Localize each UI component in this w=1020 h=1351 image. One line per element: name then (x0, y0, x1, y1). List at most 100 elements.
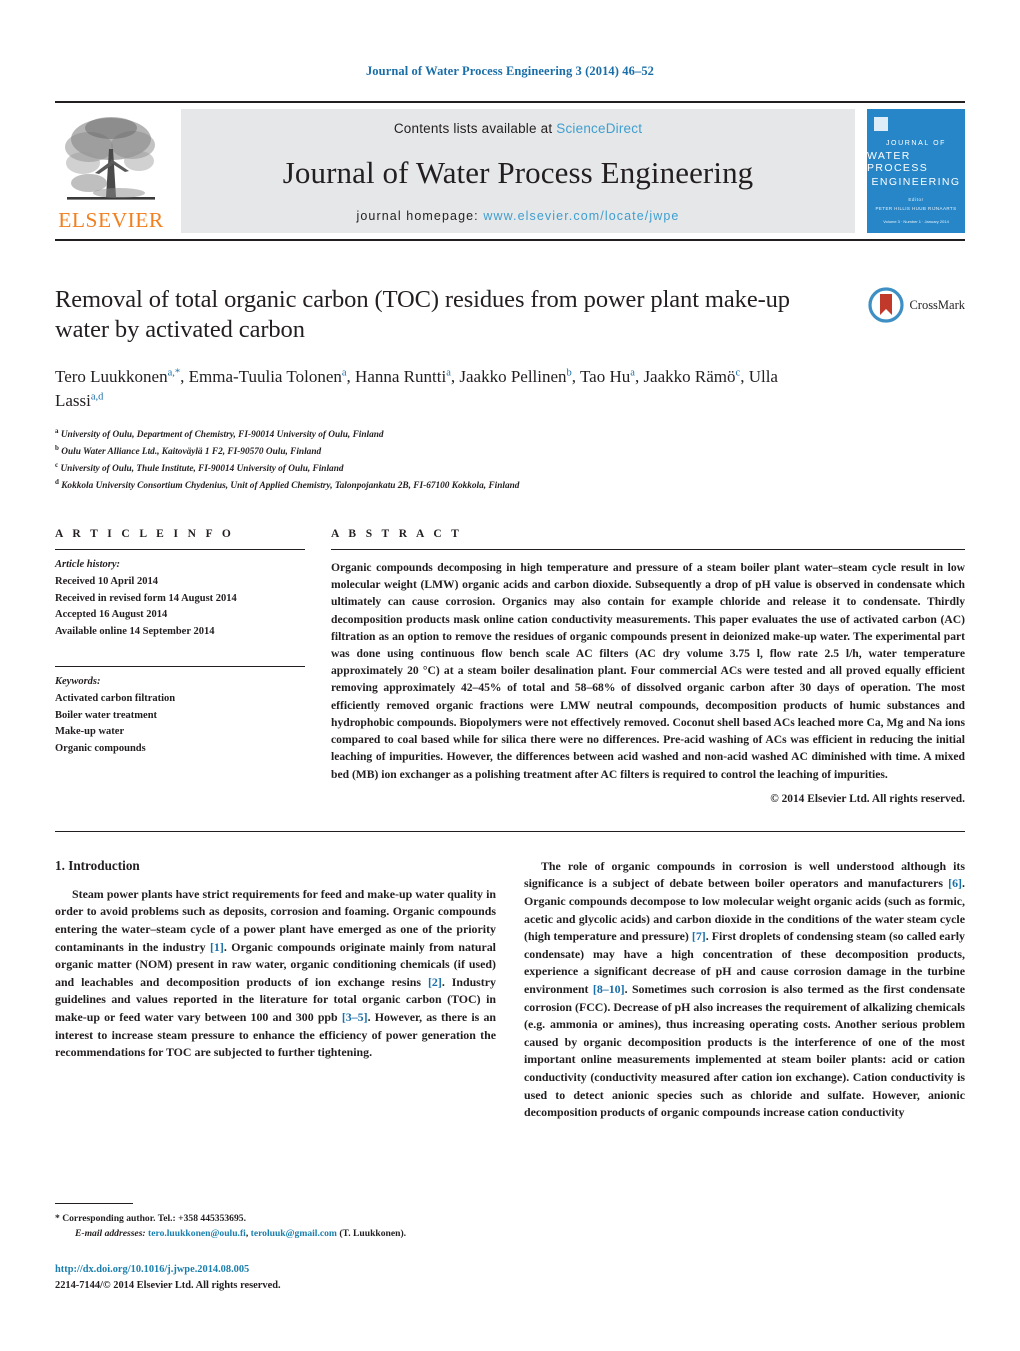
citation-ref[interactable]: [8–10] (593, 982, 625, 996)
author-sup: c (735, 367, 741, 379)
cover-editor-label: Editor (908, 197, 924, 202)
keyword-item: Make-up water (55, 726, 125, 738)
contents-lists-line: Contents lists available at ScienceDirec… (394, 121, 642, 136)
email-addresses-label: E-mail addresses: (75, 1228, 146, 1240)
footnote-rule (55, 1203, 133, 1205)
author-name: Tao Hu (579, 367, 631, 387)
journal-masthead: ELSEVIER Contents lists available at Sci… (55, 101, 965, 241)
affiliation-mark: a (55, 426, 59, 435)
affiliation-mark: b (55, 443, 59, 452)
elsevier-tree-icon (65, 116, 155, 200)
affiliation-mark: c (55, 460, 59, 469)
author-name: Jaakko Rämö (643, 367, 736, 387)
doi-block: http://dx.doi.org/10.1016/j.jwpe.2014.08… (55, 1262, 495, 1294)
abstract-text: Organic compounds decomposing in high te… (331, 561, 965, 781)
body-separator-rule (55, 830, 965, 832)
crossmark-icon (868, 287, 905, 323)
affiliation-item: a University of Oulu, Department of Chem… (55, 426, 965, 443)
cover-line-1: JOURNAL OF (885, 140, 947, 147)
article-history-block: Article history: Received 10 April 2014 … (55, 557, 305, 641)
abstract-label: A B S T R A C T (331, 528, 463, 541)
author-sup: a (341, 367, 347, 379)
affiliation-text: Kokkola University Consortium Chydenius,… (61, 481, 520, 492)
article-info-rule (55, 549, 305, 551)
elsevier-wordmark: ELSEVIER (58, 207, 164, 232)
author-name: Hanna Runtti (355, 367, 447, 387)
affiliation-text: University of Oulu, Thule Institute, FI-… (60, 463, 344, 474)
intro-text-part: . Sometimes such corrosion is also terme… (524, 981, 965, 1120)
doi-link[interactable]: http://dx.doi.org/10.1016/j.jwpe.2014.08… (55, 1262, 495, 1278)
abstract-copyright: © 2014 Elsevier Ltd. All rights reserved… (770, 792, 965, 805)
keywords-heading: Keywords: (55, 676, 101, 688)
author-name: Jaakko Pellinen (459, 367, 567, 387)
history-received: Received 10 April 2014 (55, 575, 158, 587)
citation-ref[interactable]: [3–5] (342, 1010, 368, 1024)
author-name: Emma-Tuulia Tolonen (188, 367, 342, 387)
email-owner: (T. Luukkonen). (339, 1228, 407, 1240)
affiliation-text: Oulu Water Alliance Ltd., Kaitoväylä 1 F… (61, 446, 322, 457)
contents-lists-label: Contents lists available at (393, 121, 557, 136)
section-heading-introduction: 1. Introduction (55, 857, 140, 873)
keywords-block: Keywords: Activated carbon filtration Bo… (55, 674, 305, 758)
journal-homepage-label: journal homepage: (356, 209, 484, 223)
page-title: Removal of total organic carbon (TOC) re… (55, 286, 790, 344)
keyword-item: Activated carbon filtration (55, 692, 176, 704)
author-name: Tero Luukkonen (55, 367, 168, 387)
citation-ref[interactable]: [6] (948, 876, 962, 890)
issn-copyright-line: 2214-7144/© 2014 Elsevier Ltd. All right… (55, 1279, 281, 1291)
author-sup: a (446, 367, 451, 379)
author-list: Tero Luukkonena,*, Emma-Tuulia Tolonena,… (55, 367, 778, 411)
cover-line-3: ENGINEERING (871, 176, 961, 188)
email-addresses-note: E-mail addresses: tero.luukkonen@oulu.fi… (75, 1228, 407, 1240)
sciencedirect-link[interactable]: ScienceDirect (556, 121, 642, 136)
author-sup: a (630, 367, 635, 379)
journal-title: Journal of Water Process Engineering (282, 155, 754, 190)
history-online: Available online 14 September 2014 (55, 626, 215, 638)
citation-ref[interactable]: [1] (210, 940, 224, 954)
cover-volume-line: Volume 3 · Number 1 · January 2014 (883, 219, 949, 224)
corresponding-author-note: * Corresponding author. Tel.: +358 44535… (55, 1213, 246, 1225)
info-abstract-region: A R T I C L E I N F O Article history: R… (55, 528, 965, 805)
keyword-item: Boiler water treatment (55, 709, 158, 721)
affiliation-list: a University of Oulu, Department of Chem… (55, 426, 965, 495)
email-link-primary[interactable]: tero.luukkonen@oulu.fi (148, 1228, 246, 1239)
article-history-heading: Article history: (55, 559, 121, 571)
body-column-left: 1. Introduction Steam power plants have … (55, 858, 496, 1122)
journal-band: Contents lists available at ScienceDirec… (181, 109, 855, 233)
abstract-column: A B S T R A C T Organic compounds decomp… (331, 528, 965, 805)
author-sup: b (566, 367, 572, 379)
affiliation-item: c University of Oulu, Thule Institute, F… (55, 460, 965, 477)
intro-text-part: The role of organic compounds in corrosi… (524, 858, 965, 891)
article-info-label: A R T I C L E I N F O (55, 528, 235, 541)
history-accepted: Accepted 16 August 2014 (55, 609, 168, 621)
body-column-right: The role of organic compounds in corrosi… (524, 858, 965, 1122)
elsevier-logo: ELSEVIER (55, 109, 167, 233)
footnote-block: * Corresponding author. Tel.: +358 44535… (55, 1203, 495, 1294)
crossmark-badge[interactable]: CrossMark (868, 287, 965, 323)
body-columns: 1. Introduction Steam power plants have … (55, 858, 965, 1122)
citation-ref[interactable]: [7] (692, 929, 706, 943)
affiliation-item: b Oulu Water Alliance Ltd., Kaitoväylä 1… (55, 443, 965, 460)
keywords-rule (55, 666, 305, 668)
article-info-column: A R T I C L E I N F O Article history: R… (55, 528, 305, 805)
author-sup: a,* (167, 367, 181, 379)
affiliation-text: University of Oulu, Department of Chemis… (60, 429, 384, 440)
crossmark-label: CrossMark (909, 297, 965, 312)
abstract-rule (331, 549, 965, 551)
journal-homepage-line: journal homepage: www.elsevier.com/locat… (357, 209, 680, 223)
intro-paragraph-right: The role of organic compounds in corrosi… (524, 858, 965, 1122)
email-link-secondary[interactable]: teroluuk@gmail.com (251, 1228, 337, 1239)
author-sup: a,d (90, 391, 104, 403)
title-block: Removal of total organic carbon (TOC) re… (55, 285, 965, 494)
cover-editor-names: PETER HILLIS HUUB RIJNAARTS (875, 206, 957, 211)
history-revised: Received in revised form 14 August 2014 (55, 592, 237, 604)
journal-homepage-url[interactable]: www.elsevier.com/locate/jwpe (483, 209, 679, 223)
journal-cover-thumbnail[interactable]: JOURNAL OF WATER PROCESS ENGINEERING Edi… (867, 109, 965, 233)
affiliation-item: d Kokkola University Consortium Chydeniu… (55, 477, 965, 494)
running-head: Journal of Water Process Engineering 3 (… (365, 64, 655, 78)
cover-line-2: WATER PROCESS (867, 150, 929, 174)
keyword-item: Organic compounds (55, 743, 146, 755)
citation-ref[interactable]: [2] (428, 975, 442, 989)
intro-paragraph-left: Steam power plants have strict requireme… (55, 886, 496, 1062)
